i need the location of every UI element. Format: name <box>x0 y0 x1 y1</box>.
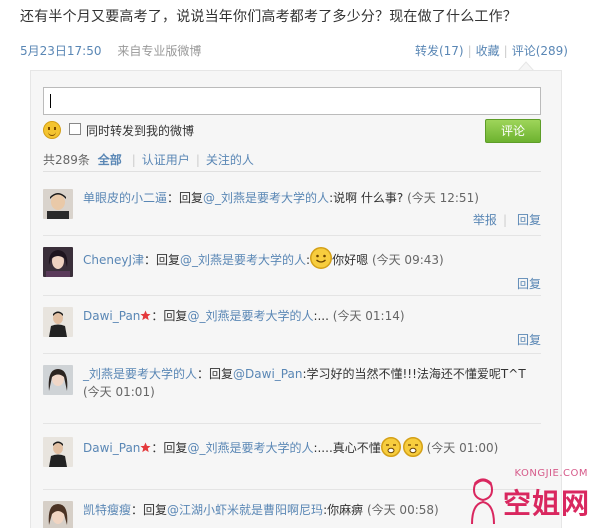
reply-link[interactable]: 回复 <box>517 333 541 347</box>
colon: ： <box>197 367 210 381</box>
colon: ： <box>131 503 144 517</box>
reply-prefix: 回复 <box>143 503 168 517</box>
avatar[interactable] <box>43 437 73 467</box>
filter-divider <box>43 171 541 172</box>
comment-text: :... <box>313 309 329 323</box>
comment-time: (今天 01:14) <box>332 309 405 323</box>
comment-divider <box>43 235 541 236</box>
reply-prefix: 回复 <box>156 253 181 267</box>
comment-text: :说啊 什么事? <box>329 191 404 205</box>
colon: ： <box>144 253 157 267</box>
mention-link[interactable]: @_刘燕是要考大学的人 <box>180 253 306 267</box>
report-link[interactable]: 举报 <box>473 213 497 227</box>
mention-link[interactable]: @江湖小虾米就是曹阳啊尼玛 <box>167 503 323 517</box>
comment-text: :学习好的当然不懂!!!法海还不懂爱呢T^T <box>302 367 526 381</box>
comment-user[interactable]: 单眼皮的小二逼 <box>83 191 167 205</box>
comment-input[interactable] <box>43 87 541 115</box>
comment-item: _刘燕是要考大学的人：回复@Dawi_Pan:学习好的当然不懂!!!法海还不懂爱… <box>43 365 541 411</box>
mention-link[interactable]: @_刘燕是要考大学的人 <box>187 441 313 455</box>
colon: ： <box>167 191 180 205</box>
post-text: 还有半个月又要高考了，说说当年你们高考都考了多少分？现在做了什么工作？ <box>20 9 517 25</box>
reply-link[interactable]: 回复 <box>517 213 541 227</box>
sleepy-emoticon-icon <box>402 437 423 457</box>
avatar[interactable] <box>43 247 73 277</box>
submit-comment-button[interactable]: 评论 <box>485 119 541 143</box>
filter-following[interactable]: 关注的人 <box>206 153 254 167</box>
comment-body: CheneyJ津：回复@_刘燕是要考大学的人: 你好嗯 (今天 09:43) <box>83 247 539 269</box>
comment-divider <box>43 423 541 424</box>
avatar[interactable] <box>43 307 73 337</box>
comment-count: 共289条 <box>43 153 90 167</box>
comment-body: Dawi_Pan ：回复@_刘燕是要考大学的人:....真心不懂 (今天 01:0… <box>83 437 539 457</box>
reply-link[interactable]: 回复 <box>517 277 541 291</box>
favorite-link[interactable]: 收藏 <box>476 44 500 58</box>
sleepy-emoticon-icon <box>380 437 401 457</box>
comment-body: _刘燕是要考大学的人：回复@Dawi_Pan:学习好的当然不懂!!!法海还不懂爱… <box>83 365 539 401</box>
avatar[interactable] <box>43 189 73 219</box>
post-time[interactable]: 5月23日17:50 <box>20 44 102 58</box>
comment-user[interactable]: _刘燕是要考大学的人 <box>83 367 197 381</box>
comment-text: :....真心不懂 <box>313 441 381 455</box>
comment-item: CheneyJ津：回复@_刘燕是要考大学的人: 你好嗯 (今天 09:43) 回… <box>43 247 541 291</box>
star-badge-icon <box>140 310 151 321</box>
comment-divider <box>43 353 541 354</box>
comment-time: (今天 12:51) <box>407 191 479 205</box>
comment-link[interactable]: 评论(289) <box>512 44 568 58</box>
comment-item: Dawi_Pan ：回复@_刘燕是要考大学的人:... (今天 01:14) 回复 <box>43 307 541 347</box>
watermark-title: 空姐网 <box>502 487 590 520</box>
comment-user[interactable]: CheneyJ津 <box>83 253 144 267</box>
comment-text-2: 你好嗯 <box>332 253 369 267</box>
stewardess-logo-icon <box>471 478 495 525</box>
mention-link[interactable]: @_刘燕是要考大学的人 <box>203 191 329 205</box>
site-watermark: KONGJIE.COM 空姐网 <box>462 468 594 528</box>
forward-checkbox[interactable] <box>69 123 81 135</box>
reply-prefix: 回复 <box>163 309 188 323</box>
comment-time: (今天 00:58) <box>366 503 439 517</box>
reply-prefix: 回复 <box>209 367 234 381</box>
filter-verified[interactable]: 认证用户 <box>142 153 190 167</box>
forward-label: 同时转发到我的微博 <box>86 124 195 138</box>
comment-actions: 回复 <box>507 275 541 292</box>
mention-link[interactable]: @_刘燕是要考大学的人 <box>187 309 313 323</box>
comment-body: 单眼皮的小二逼：回复@_刘燕是要考大学的人:说啊 什么事? (今天 12:51) <box>83 189 539 207</box>
comment-time: (今天 01:01) <box>83 385 155 399</box>
comment-user[interactable]: Dawi_Pan <box>83 441 140 455</box>
comment-user[interactable]: 凯特瘦瘦 <box>83 503 131 517</box>
comment-time: (今天 01:00) <box>426 441 499 455</box>
avatar[interactable] <box>43 501 73 528</box>
comment-item: 单眼皮的小二逼：回复@_刘燕是要考大学的人:说啊 什么事? (今天 12:51)… <box>43 189 541 229</box>
forward-link[interactable]: 转发(17) <box>415 44 464 58</box>
avatar[interactable] <box>43 365 73 395</box>
star-badge-icon <box>140 442 151 453</box>
reply-prefix: 回复 <box>179 191 204 205</box>
colon: ： <box>151 441 164 455</box>
comment-panel: 同时转发到我的微博 评论 共289条 全部 | 认证用户 | 关注的人 单眼皮的小二逼：… <box>30 70 562 528</box>
comment-body: Dawi_Pan ：回复@_刘燕是要考大学的人:... (今天 01:14) <box>83 307 539 325</box>
mention-link[interactable]: @Dawi_Pan <box>233 367 302 381</box>
post-source[interactable]: 来自专业版微博 <box>117 44 201 58</box>
colon: ： <box>151 309 164 323</box>
comment-filters: 共289条 全部 | 认证用户 | 关注的人 <box>43 153 254 167</box>
comment-user[interactable]: Dawi_Pan <box>83 309 140 323</box>
comment-actions: 回复 <box>507 331 541 348</box>
reply-prefix: 回复 <box>163 441 188 455</box>
comment-divider <box>43 295 541 296</box>
comment-time: (今天 09:43) <box>371 253 444 267</box>
smiley-face-icon[interactable] <box>43 121 61 139</box>
comment-text: :你麻痹 <box>323 503 364 517</box>
comment-actions: 举报 | 回复 <box>472 213 541 227</box>
filter-all[interactable]: 全部 <box>98 153 122 167</box>
smile-emoticon-icon <box>310 247 333 269</box>
watermark-domain: KONGJIE.COM <box>514 468 588 479</box>
